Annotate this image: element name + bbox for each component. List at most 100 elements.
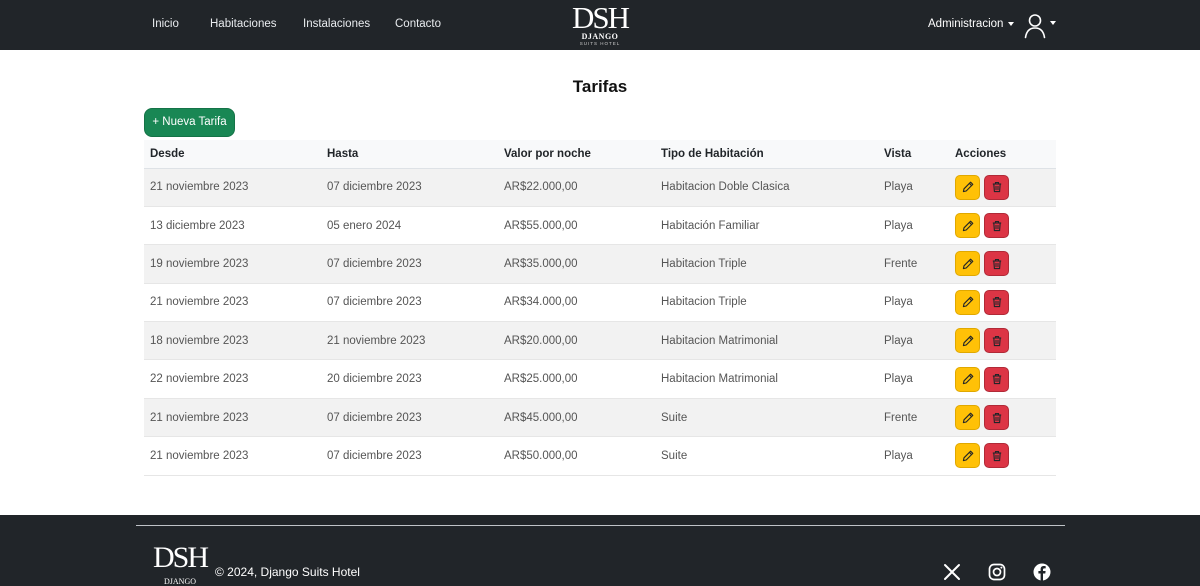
cell-vista: Playa	[878, 206, 949, 246]
cell-desde: 21 noviembre 2023	[144, 168, 321, 207]
edit-button[interactable]	[955, 251, 980, 277]
pencil-icon	[962, 220, 973, 231]
facebook-icon[interactable]	[1033, 563, 1051, 581]
row-actions	[955, 443, 1050, 469]
trash-icon	[992, 297, 1001, 308]
brand-logo[interactable]: DSH DJANGO SUITS HOTEL	[566, 0, 634, 49]
cell-hasta: 07 diciembre 2023	[321, 283, 498, 323]
nav-link-habitaciones[interactable]: Habitaciones	[210, 18, 276, 30]
pencil-icon	[962, 373, 973, 385]
cell-desde: 21 noviembre 2023	[144, 283, 321, 323]
x-icon[interactable]	[943, 563, 961, 581]
row-actions	[955, 213, 1050, 239]
trash-icon	[992, 182, 1001, 193]
delete-button[interactable]	[984, 174, 1009, 200]
footer-logo-sub: DJANGO	[164, 577, 196, 586]
cell-acciones	[949, 398, 1056, 438]
admin-dropdown[interactable]: Administracion	[928, 18, 1015, 30]
trash-icon	[992, 450, 1001, 462]
nav-link-inicio[interactable]: Inicio	[152, 18, 179, 30]
user-dropdown[interactable]	[1024, 13, 1058, 39]
delete-button[interactable]	[984, 443, 1009, 469]
new-tarifa-button[interactable]: + Nueva Tarifa	[144, 108, 235, 137]
edit-button[interactable]	[955, 443, 980, 469]
cell-tipo: Habitacion Doble Clasica	[655, 168, 878, 207]
chevron-down-icon	[1050, 21, 1056, 25]
cell-desde: 21 noviembre 2023	[144, 436, 321, 476]
cell-hasta: 21 noviembre 2023	[321, 321, 498, 361]
cell-tipo: Habitacion Triple	[655, 244, 878, 284]
pencil-icon	[962, 258, 973, 270]
cell-acciones	[949, 168, 1056, 207]
cell-tipo: Habitacion Triple	[655, 283, 878, 323]
nav-link-instalaciones[interactable]: Instalaciones	[303, 18, 370, 30]
tarifas-table: Desde Hasta Valor por noche Tipo de Habi…	[144, 140, 1056, 476]
cell-vista: Playa	[878, 321, 949, 361]
cell-hasta: 07 diciembre 2023	[321, 244, 498, 284]
delete-button[interactable]	[984, 289, 1009, 315]
delete-button[interactable]	[984, 251, 1009, 277]
table-row: 21 noviembre 2023 07 diciembre 2023 AR$45.…	[144, 398, 1056, 438]
cell-valor: AR$50.000,00	[498, 436, 655, 476]
cell-tipo: Suite	[655, 436, 878, 476]
instagram-icon[interactable]	[988, 563, 1006, 581]
cell-valor: AR$55.000,00	[498, 206, 655, 246]
pencil-icon	[962, 450, 973, 462]
cell-acciones	[949, 244, 1056, 284]
cell-tipo: Habitacion Matrimonial	[655, 321, 878, 361]
cell-hasta: 05 enero 2024	[321, 206, 498, 246]
cell-acciones	[949, 359, 1056, 399]
column-header-desde: Desde	[144, 140, 321, 169]
row-actions	[955, 289, 1050, 315]
cell-valor: AR$35.000,00	[498, 244, 655, 284]
cell-valor: AR$20.000,00	[498, 321, 655, 361]
cell-acciones	[949, 206, 1056, 246]
footer-logo[interactable]: DSH DJANGO	[151, 543, 209, 586]
edit-button[interactable]	[955, 328, 980, 354]
copyright-text: © 2024, Django Suits Hotel	[215, 565, 360, 579]
column-header-tipo: Tipo de Habitación	[655, 140, 878, 169]
edit-button[interactable]	[955, 289, 980, 315]
pencil-icon	[962, 297, 973, 308]
cell-valor: AR$45.000,00	[498, 398, 655, 438]
table-row: 22 noviembre 2023 20 diciembre 2023 AR$25.…	[144, 359, 1056, 399]
cell-valor: AR$25.000,00	[498, 359, 655, 399]
person-icon	[1024, 14, 1046, 39]
edit-button[interactable]	[955, 174, 980, 200]
footer-divider	[136, 525, 1065, 526]
delete-button[interactable]	[984, 213, 1009, 239]
pencil-icon	[962, 335, 973, 346]
table-row: 21 noviembre 2023 07 diciembre 2023 AR$34.…	[144, 283, 1056, 323]
cell-desde: 18 noviembre 2023	[144, 321, 321, 361]
cell-acciones	[949, 436, 1056, 476]
cell-valor: AR$22.000,00	[498, 168, 655, 207]
edit-button[interactable]	[955, 405, 980, 431]
delete-button[interactable]	[984, 405, 1009, 431]
delete-button[interactable]	[984, 366, 1009, 392]
cell-desde: 19 noviembre 2023	[144, 244, 321, 284]
footer: DSH DJANGO © 2024, Django Suits Hotel	[0, 515, 1200, 586]
delete-button[interactable]	[984, 328, 1009, 354]
edit-button[interactable]	[955, 366, 980, 392]
cell-hasta: 07 diciembre 2023	[321, 436, 498, 476]
cell-hasta: 20 diciembre 2023	[321, 359, 498, 399]
trash-icon	[992, 374, 1001, 385]
row-actions	[955, 251, 1050, 277]
cell-desde: 22 noviembre 2023	[144, 359, 321, 399]
edit-button[interactable]	[955, 213, 980, 239]
admin-dropdown-label: Administracion	[928, 18, 1004, 30]
table-header-row: Desde Hasta Valor por noche Tipo de Habi…	[144, 140, 1056, 169]
trash-icon	[992, 335, 1001, 346]
table-row: 18 noviembre 2023 21 noviembre 2023 AR$20.…	[144, 321, 1056, 361]
cell-vista: Playa	[878, 283, 949, 323]
nav-link-contacto[interactable]: Contacto	[395, 18, 441, 30]
navbar: Inicio Habitaciones Instalaciones Contac…	[0, 0, 1200, 50]
cell-acciones	[949, 283, 1056, 323]
table-row: 21 noviembre 2023 07 diciembre 2023 AR$22.…	[144, 168, 1056, 207]
brand-mark: DSH	[571, 0, 630, 35]
cell-vista: Playa	[878, 359, 949, 399]
footer-logo-mark: DSH	[152, 543, 209, 574]
table-row: 21 noviembre 2023 07 diciembre 2023 AR$50.…	[144, 436, 1056, 476]
cell-vista: Playa	[878, 436, 949, 476]
cell-desde: 21 noviembre 2023	[144, 398, 321, 438]
